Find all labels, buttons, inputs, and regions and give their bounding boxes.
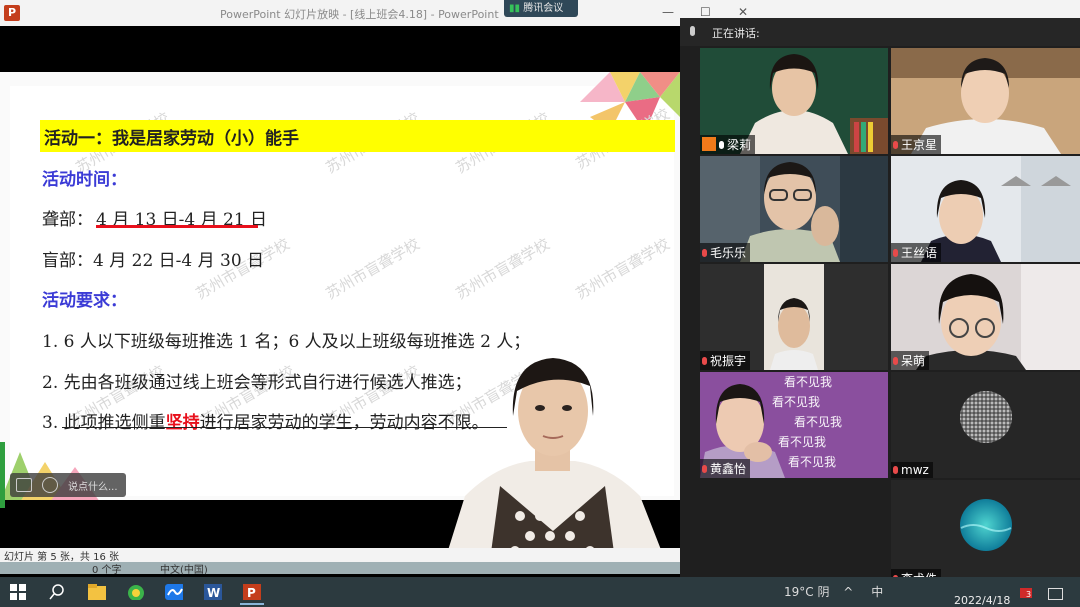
powerpoint-logo-icon: P: [4, 5, 20, 21]
mic-muted-icon: [893, 357, 898, 365]
participant-tile[interactable]: 李术佚: [891, 480, 1080, 588]
participant-name: 黄鑫怡: [710, 462, 747, 476]
mic-muted-icon: [702, 465, 707, 473]
participant-tile[interactable]: 看不见我 看不见我 看不见我 看不见我 看不见我 黄鑫怡: [700, 372, 888, 478]
mic-icon: [719, 141, 724, 149]
weather-text[interactable]: 19°C 阴: [784, 585, 829, 599]
mic-muted-icon: [702, 249, 707, 257]
maximize-button[interactable]: ☐: [700, 5, 711, 19]
minimize-button[interactable]: —: [662, 5, 674, 19]
emoji-icon[interactable]: [42, 477, 58, 493]
search-icon[interactable]: [48, 584, 66, 600]
participant-name: 祝振宇: [710, 354, 747, 368]
chevron-up-icon[interactable]: ^: [843, 585, 853, 599]
deaf-dept-label: 聋部：: [42, 210, 93, 230]
red-underline: [96, 225, 258, 228]
file-explorer-icon[interactable]: [88, 584, 106, 600]
presenter-video-overlay: [445, 358, 665, 560]
requirement-3: 3. 此项推选侧重坚持进行居家劳动的学生，劳动内容不限。: [42, 413, 489, 433]
notification-badge: 3: [1026, 590, 1032, 599]
action-center-icon[interactable]: [1048, 588, 1063, 600]
participant-name: 王京星: [901, 138, 938, 152]
taskbar-date[interactable]: 2022/4/18: [954, 594, 1010, 607]
word-icon[interactable]: W: [204, 584, 222, 600]
mic-muted-icon: [702, 357, 707, 365]
browser-icon[interactable]: [127, 584, 145, 600]
requirement-2: 2. 先由各班级通过线上班会等形式自行进行候选人推选；: [42, 373, 472, 393]
requirement-1: 1. 6 人以下班级每班推选 1 名；6 人及以上班级每班推选 2 人；: [42, 332, 531, 352]
participant-name: 毛乐乐: [710, 246, 747, 260]
participant-avatar: [960, 391, 1012, 443]
participant-name: 王丝语: [901, 246, 938, 260]
participant-name: 梁莉: [727, 138, 752, 152]
svg-text:P: P: [247, 586, 256, 600]
screen-icon[interactable]: [16, 478, 32, 492]
ppt-status-bar: 幻灯片 第 5 张，共 16 张: [0, 548, 680, 563]
participant-name: mwz: [901, 463, 929, 477]
mic-muted-icon: [893, 466, 898, 474]
mic-muted-icon: [893, 141, 898, 149]
virtual-bg-text: 看不见我: [794, 415, 843, 429]
participant-tile[interactable]: mwz: [891, 372, 1080, 478]
tencent-meeting-icon[interactable]: [165, 584, 183, 600]
participant-tile[interactable]: 毛乐乐: [700, 156, 888, 262]
participant-tile[interactable]: 呆萌: [891, 264, 1080, 370]
slideshow-black-band: [0, 26, 680, 72]
comment-input[interactable]: 说点什么...: [10, 473, 126, 497]
slide-heading: 活动一：我是居家劳动（小）能手: [44, 129, 299, 149]
participant-tile[interactable]: 王丝语: [891, 156, 1080, 262]
participant-tile[interactable]: 王京星: [891, 48, 1080, 154]
activity-time-label: 活动时间：: [42, 170, 127, 190]
now-speaking-label: 正在讲话:: [712, 27, 760, 40]
mic-icon: [690, 26, 695, 36]
windows-start-icon[interactable]: [10, 584, 28, 600]
lower-status-strip: 0 个字 中文(中国): [0, 562, 680, 576]
signal-icon: ▮▮: [509, 3, 521, 14]
participant-tile[interactable]: 梁莉: [700, 48, 888, 154]
participant-avatar: [960, 499, 1012, 551]
active-app-indicator: [240, 603, 264, 605]
host-icon: [702, 137, 716, 151]
powerpoint-icon[interactable]: P: [243, 584, 261, 600]
mic-muted-icon: [893, 249, 898, 257]
ime-indicator[interactable]: 中: [871, 585, 883, 599]
windows-taskbar: [0, 577, 1080, 607]
meeting-app-label: 腾讯会议: [523, 3, 564, 14]
word-count: 0 个字: [92, 565, 122, 576]
close-button[interactable]: ✕: [738, 5, 748, 19]
participant-tile[interactable]: 祝振宇: [700, 264, 888, 370]
comment-placeholder: 说点什么...: [68, 482, 118, 493]
svg-text:W: W: [207, 586, 220, 600]
blind-dept-line: 盲部：4 月 22 日-4 月 30 日: [42, 251, 265, 271]
window-title: PowerPoint 幻灯片放映 - [线上班会4.18] - PowerPoi…: [220, 8, 499, 21]
language-indicator: 中文(中国): [160, 565, 208, 576]
activity-requirement-label: 活动要求：: [42, 291, 127, 311]
participant-name: 呆萌: [901, 354, 926, 368]
green-sidebar-edge: [0, 442, 5, 508]
tencent-meeting-badge[interactable]: ▮▮ 腾讯会议: [504, 0, 578, 17]
